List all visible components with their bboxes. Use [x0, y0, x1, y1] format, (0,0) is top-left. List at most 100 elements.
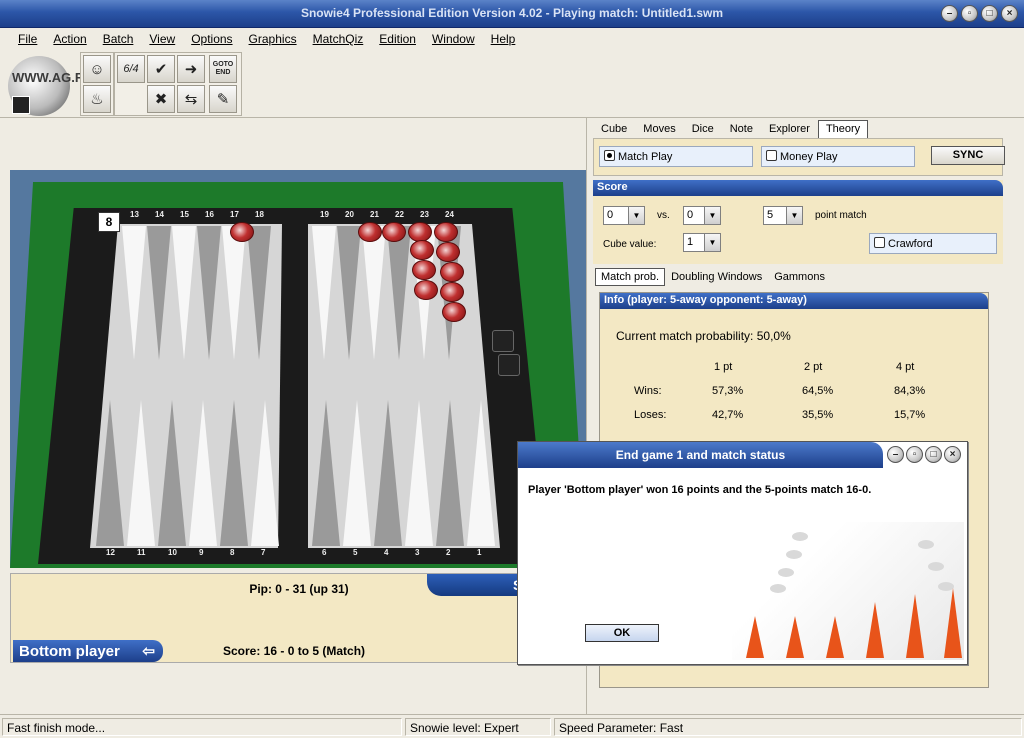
wrench-icon[interactable]: ✎	[209, 85, 237, 113]
cube-value-select[interactable]: 1 ▼	[683, 233, 721, 252]
die-icon[interactable]	[498, 354, 520, 376]
score-right-value: 0	[687, 209, 694, 221]
loses-4pt: 15,7%	[894, 409, 926, 421]
info-header: Info (player: 5-away opponent: 5-away)	[600, 293, 988, 309]
tools-icon[interactable]: ✖	[147, 85, 175, 113]
point-label: 13	[130, 210, 139, 219]
checker[interactable]	[434, 222, 458, 242]
checker[interactable]	[230, 222, 254, 242]
notation-button[interactable]: 6/4	[117, 55, 145, 83]
theory-subtabs: Match prob. Doubling Windows Gammons	[595, 268, 831, 286]
point-match-label: point match	[815, 210, 867, 221]
minimize-icon[interactable]: –	[941, 5, 958, 22]
match-score: Score: 16 - 0 to 5 (Match)	[223, 644, 366, 658]
checker[interactable]	[440, 282, 464, 302]
maximize-icon[interactable]: □	[925, 446, 942, 463]
toolbar: WWW.AG.RU ☺ ♨ 6/4 ✔ ➜ GOTO END ✖ ⇆ ✎	[0, 50, 1024, 118]
goto-end-button[interactable]: GOTO END	[209, 55, 237, 83]
status-bar: Fast finish mode... Snowie level: Expert…	[0, 714, 1024, 738]
cube-value: 1	[687, 236, 694, 248]
footprint-back-icon[interactable]: ⇆	[177, 85, 205, 113]
status-mode: Fast finish mode...	[2, 718, 402, 736]
restore-icon[interactable]: ▫	[906, 446, 923, 463]
chevron-down-icon: ▼	[704, 234, 720, 251]
column-4pt: 4 pt	[896, 361, 915, 373]
menu-matchqiz[interactable]: MatchQiz	[305, 28, 372, 50]
checker[interactable]	[382, 222, 406, 242]
tab-explorer[interactable]: Explorer	[761, 120, 818, 138]
maximize-icon[interactable]: □	[981, 5, 998, 22]
wins-2pt: 64,5%	[802, 385, 834, 397]
tab-theory[interactable]: Theory	[817, 120, 869, 138]
checker[interactable]	[410, 240, 434, 260]
checker[interactable]	[408, 222, 432, 242]
subtab-doubling-windows[interactable]: Doubling Windows	[665, 268, 768, 286]
menu-options[interactable]: Options	[183, 28, 240, 50]
tab-dice[interactable]: Dice	[684, 120, 722, 138]
menu-graphics[interactable]: Graphics	[241, 28, 305, 50]
minimize-icon[interactable]: –	[887, 446, 904, 463]
check-icon[interactable]: ✔	[147, 55, 175, 83]
match-play-option[interactable]: Match Play	[599, 146, 753, 167]
point-label: 18	[255, 210, 264, 219]
wins-1pt: 57,3%	[712, 385, 744, 397]
die-icon[interactable]	[492, 330, 514, 352]
restore-icon[interactable]: ▫	[961, 5, 978, 22]
checker[interactable]	[358, 222, 382, 242]
end-game-dialog: End game 1 and match status – ▫ □ × Play…	[517, 441, 968, 665]
checker[interactable]	[440, 262, 464, 282]
point-label: 9	[199, 548, 204, 557]
menu-edition[interactable]: Edition	[371, 28, 424, 50]
subtab-gammons[interactable]: Gammons	[768, 268, 831, 286]
point-label: 2	[446, 548, 451, 557]
snowie-logo: WWW.AG.RU	[8, 56, 94, 116]
toolbar-group-2: 6/4 ✔ ➜ GOTO END ✖ ⇆ ✎	[114, 52, 242, 116]
close-icon[interactable]: ×	[944, 446, 961, 463]
point-label: 17	[230, 210, 239, 219]
loses-1pt: 42,7%	[712, 409, 744, 421]
point-label: 4	[384, 548, 389, 557]
dialog-title: End game 1 and match status	[518, 442, 883, 468]
tab-moves[interactable]: Moves	[635, 120, 683, 138]
arrow-left-icon: ⇦	[142, 643, 155, 660]
match-length-value: 5	[767, 209, 774, 221]
checker[interactable]	[414, 280, 438, 300]
backgammon-board[interactable]: 8 13 14 15 16 17 18 19 20 21 22 23 24 12 11 10 9 8 7 6 5 4 3…	[10, 170, 586, 568]
menu-help[interactable]: Help	[483, 28, 524, 50]
money-play-option[interactable]: Money Play	[761, 146, 915, 167]
dice-icon[interactable]	[12, 96, 30, 114]
point-label: 14	[155, 210, 164, 219]
crawford-label: Crawford	[888, 238, 933, 250]
player-tag[interactable]: Bottom player ⇦	[13, 640, 163, 662]
doubling-cube[interactable]: 8	[98, 212, 120, 232]
match-length-select[interactable]: 5 ▼	[763, 206, 803, 225]
score-left-select[interactable]: 0 ▼	[603, 206, 645, 225]
column-1pt: 1 pt	[714, 361, 733, 373]
ok-button[interactable]: OK	[585, 624, 659, 642]
menu-action[interactable]: Action	[45, 28, 94, 50]
row-loses-label: Loses:	[634, 409, 667, 421]
close-icon[interactable]: ×	[1001, 5, 1018, 22]
checker[interactable]	[442, 302, 466, 322]
subtab-match-prob[interactable]: Match prob.	[595, 268, 666, 286]
sync-button[interactable]: SYNC	[931, 146, 1005, 165]
chef-icon[interactable]: ☺	[83, 55, 111, 83]
tab-cube[interactable]: Cube	[593, 120, 635, 138]
footprint-forward-icon[interactable]: ➜	[177, 55, 205, 83]
crawford-checkbox[interactable]: Crawford	[869, 233, 997, 254]
point-label: 19	[320, 210, 329, 219]
goto-end-label: GOTO END	[212, 61, 234, 76]
checker[interactable]	[436, 242, 460, 262]
score-right-select[interactable]: 0 ▼	[683, 206, 721, 225]
cube-value-label: Cube value:	[603, 239, 657, 250]
menu-view[interactable]: View	[141, 28, 183, 50]
tab-note[interactable]: Note	[722, 120, 761, 138]
money-play-label: Money Play	[780, 151, 838, 163]
menu-window[interactable]: Window	[424, 28, 483, 50]
menu-batch[interactable]: Batch	[95, 28, 142, 50]
cook-icon[interactable]: ♨	[83, 85, 111, 113]
chevron-down-icon: ▼	[704, 207, 720, 224]
score-section: Score 0 ▼ vs. 0 ▼ 5 ▼ point match Cube valu…	[593, 180, 1003, 264]
checker[interactable]	[412, 260, 436, 280]
menu-file[interactable]: File	[10, 28, 45, 50]
